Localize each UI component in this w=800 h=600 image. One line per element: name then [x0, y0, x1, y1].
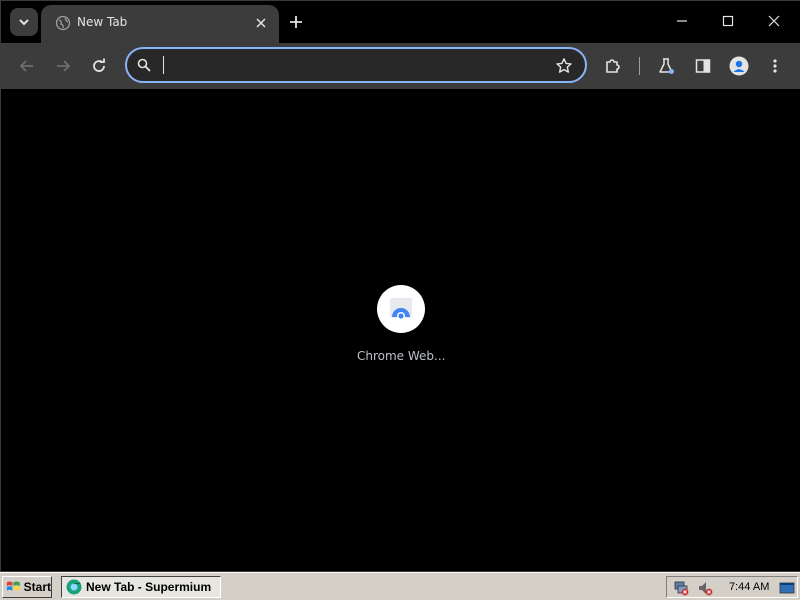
- network-error-icon[interactable]: [673, 580, 689, 596]
- labs-button[interactable]: [655, 55, 677, 77]
- maximize-icon: [722, 15, 734, 27]
- maximize-button[interactable]: [713, 7, 743, 35]
- flask-icon: [659, 58, 674, 74]
- address-bar[interactable]: [125, 47, 587, 83]
- taskbar-item-label: New Tab - Supermium: [86, 580, 212, 594]
- search-icon: [137, 58, 151, 72]
- menu-button[interactable]: [764, 55, 786, 77]
- side-panel-icon: [695, 59, 711, 73]
- supermium-icon: [66, 579, 82, 595]
- back-button[interactable]: [16, 55, 38, 77]
- close-tab-icon[interactable]: [253, 15, 269, 31]
- shortcut-title: Chrome Web...: [357, 349, 446, 363]
- toolbar-divider: [639, 57, 640, 75]
- shortcut-tile[interactable]: Chrome Web...: [357, 285, 446, 363]
- new-tab-page: Chrome Web...: [1, 89, 800, 571]
- puzzle-icon: [606, 59, 620, 73]
- avatar-icon: [729, 56, 749, 76]
- close-icon: [768, 15, 780, 27]
- forward-arrow-icon: [57, 60, 71, 72]
- taskbar-item-supermium[interactable]: New Tab - Supermium: [61, 576, 221, 598]
- side-panel-button[interactable]: [692, 55, 714, 77]
- volume-muted-icon[interactable]: [697, 580, 713, 596]
- text-caret: [163, 56, 164, 74]
- address-input[interactable]: [163, 53, 543, 77]
- new-tab-button[interactable]: [287, 13, 305, 31]
- close-window-button[interactable]: [759, 7, 789, 35]
- tab-new-tab[interactable]: New Tab: [41, 5, 279, 43]
- chevron-down-icon: [19, 19, 29, 26]
- extensions-button[interactable]: [602, 55, 624, 77]
- globe-icon: [55, 15, 71, 31]
- shortcut-icon-circle: [377, 285, 425, 333]
- show-desktop-icon[interactable]: [779, 580, 795, 596]
- tab-strip: New Tab: [1, 1, 800, 43]
- reload-icon: [93, 58, 105, 72]
- back-arrow-icon: [19, 60, 33, 72]
- system-tray: 7:44 AM: [666, 576, 798, 598]
- taskbar: Start New Tab - Supermium 7:44 AM: [0, 572, 800, 600]
- clock[interactable]: 7:44 AM: [729, 581, 769, 593]
- browser-window: New Tab Chrome Web...: [0, 0, 800, 572]
- start-button[interactable]: Start: [2, 576, 52, 598]
- start-label: Start: [23, 580, 51, 594]
- more-vert-icon: [773, 59, 777, 73]
- windows-logo-icon: [6, 581, 20, 591]
- reload-button[interactable]: [88, 55, 110, 77]
- tab-search-button[interactable]: [10, 8, 38, 36]
- minimize-button[interactable]: [667, 7, 697, 35]
- bookmark-star-icon[interactable]: [555, 57, 573, 75]
- toolbar: [1, 43, 800, 89]
- chrome-web-store-icon: [390, 298, 412, 320]
- minimize-icon: [677, 20, 687, 22]
- forward-button[interactable]: [52, 55, 74, 77]
- tab-title: New Tab: [77, 15, 128, 29]
- profile-button[interactable]: [728, 55, 750, 77]
